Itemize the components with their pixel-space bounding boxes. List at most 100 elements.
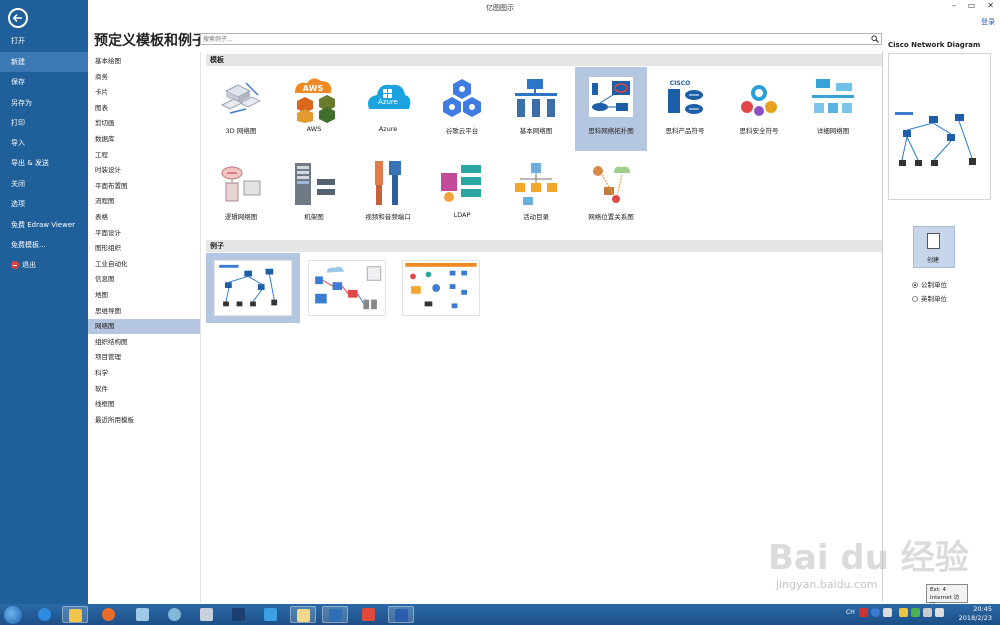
- template-tile-selected[interactable]: 思科网络拓扑图: [575, 67, 647, 151]
- sidebar-item-import[interactable]: 导入: [0, 133, 88, 153]
- category-item[interactable]: 软件: [88, 382, 200, 397]
- category-item[interactable]: 工程: [88, 148, 200, 163]
- category-item[interactable]: 平面设计: [88, 226, 200, 241]
- radio-metric[interactable]: [912, 282, 918, 288]
- template-tile[interactable]: 谷歌云平台: [426, 67, 498, 151]
- category-item[interactable]: 地图: [88, 288, 200, 303]
- sidebar-item-save[interactable]: 保存: [0, 72, 88, 92]
- category-item[interactable]: 表格: [88, 210, 200, 225]
- app-taskbar-icon[interactable]: [194, 606, 220, 623]
- metric-units-option[interactable]: 公制单位: [912, 279, 947, 289]
- settings-icon[interactable]: [883, 608, 892, 617]
- login-link[interactable]: 登录: [981, 17, 995, 27]
- clock[interactable]: 20:45 2018/2/23: [959, 605, 992, 623]
- close-button[interactable]: ✕: [987, 1, 994, 10]
- example-tile-selected[interactable]: [206, 253, 300, 323]
- template-label: 活动目录: [523, 213, 549, 221]
- sidebar-item-free-templates[interactable]: 免费模板...: [0, 235, 88, 255]
- app-taskbar-icon[interactable]: [290, 606, 316, 623]
- template-tile[interactable]: 视频和音频端口: [352, 153, 424, 237]
- category-item[interactable]: 线框图: [88, 397, 200, 412]
- imperial-units-option[interactable]: 英制单位: [912, 293, 947, 303]
- category-item[interactable]: 最近所用模板: [88, 413, 200, 428]
- category-item[interactable]: 卡片: [88, 85, 200, 100]
- azure-badge: Azure: [378, 98, 398, 106]
- search-input[interactable]: [201, 34, 861, 44]
- category-item[interactable]: 工业自动化: [88, 257, 200, 272]
- firefox-taskbar-icon[interactable]: [96, 606, 122, 623]
- template-tile[interactable]: 网络位置关系图: [575, 153, 647, 237]
- example-tile[interactable]: [300, 253, 394, 323]
- minimize-button[interactable]: –: [952, 1, 956, 10]
- start-button[interactable]: [4, 606, 22, 624]
- category-item[interactable]: 流程图: [88, 194, 200, 209]
- ie-taskbar-icon[interactable]: [32, 606, 58, 623]
- template-tile[interactable]: 活动目录: [500, 153, 572, 237]
- category-item[interactable]: 图表: [88, 101, 200, 116]
- category-item[interactable]: 图形组织: [88, 241, 200, 256]
- sidebar-item-close[interactable]: 关闭: [0, 174, 88, 194]
- sidebar-item-open[interactable]: 打开: [0, 31, 88, 51]
- category-item[interactable]: 思维导图: [88, 304, 200, 319]
- category-item[interactable]: 基本绘图: [88, 54, 200, 69]
- volume-icon[interactable]: [935, 608, 944, 617]
- help-icon[interactable]: [871, 608, 880, 617]
- app-taskbar-icon[interactable]: [356, 606, 382, 623]
- category-item[interactable]: 科学: [88, 366, 200, 381]
- cisco-product-icon: CISCO: [668, 80, 703, 114]
- app-taskbar-icon[interactable]: [226, 606, 252, 623]
- sidebar-item-export-send[interactable]: 导出 & 发送: [0, 153, 88, 173]
- preview-title: Cisco Network Diagram: [888, 41, 981, 49]
- search-icon[interactable]: [871, 35, 879, 43]
- template-tile[interactable]: 基本网络图: [500, 67, 572, 151]
- watermark-url: jingyan.baidu.com: [776, 578, 878, 591]
- category-item[interactable]: 组织结构图: [88, 335, 200, 350]
- example-tile[interactable]: [394, 253, 488, 323]
- word-taskbar-icon[interactable]: [388, 606, 414, 623]
- imperial-label: 英制单位: [921, 295, 947, 303]
- explorer-taskbar-icon[interactable]: [62, 606, 88, 623]
- category-item[interactable]: 信息图: [88, 272, 200, 287]
- app-taskbar-icon[interactable]: [258, 606, 284, 623]
- template-tile[interactable]: LDAP: [426, 153, 498, 237]
- category-item[interactable]: 项目管理: [88, 350, 200, 365]
- app-taskbar-icon[interactable]: [130, 606, 156, 623]
- template-tile[interactable]: 逻辑网络图: [205, 153, 277, 237]
- example-thumbnail: [402, 260, 480, 316]
- restore-button[interactable]: ▭: [968, 1, 976, 10]
- azure-icon: Azure: [368, 84, 411, 109]
- radio-imperial[interactable]: [912, 296, 918, 302]
- security-icon[interactable]: [899, 608, 908, 617]
- template-tile[interactable]: CISCO 思科产品符号: [649, 67, 721, 151]
- sidebar-item-edraw-viewer[interactable]: 免费 Edraw Viewer: [0, 215, 88, 235]
- clock-time: 20:45: [973, 605, 992, 613]
- create-button[interactable]: 创建: [913, 226, 955, 268]
- sidebar-item-options[interactable]: 选项: [0, 194, 88, 214]
- logical-network-icon: [221, 166, 261, 202]
- category-item[interactable]: 剪切画: [88, 116, 200, 131]
- search-box[interactable]: [200, 33, 882, 45]
- category-item[interactable]: 商务: [88, 70, 200, 85]
- category-item[interactable]: 平面布置图: [88, 179, 200, 194]
- template-tile[interactable]: AWS AWS: [278, 67, 350, 151]
- template-tile[interactable]: 3D 网络图: [205, 67, 277, 151]
- category-item-network[interactable]: 网络图: [88, 319, 200, 335]
- app-taskbar-icon[interactable]: [162, 606, 188, 623]
- edraw-taskbar-icon[interactable]: [322, 606, 348, 623]
- language-indicator[interactable]: CH: [846, 609, 855, 616]
- sidebar-item-exit[interactable]: 退出: [0, 255, 88, 275]
- template-tile[interactable]: 思科安全符号: [723, 67, 795, 151]
- sidebar-item-new[interactable]: 新建: [0, 52, 88, 72]
- ime-icon[interactable]: [859, 608, 868, 617]
- template-tile[interactable]: Azure Azure: [352, 67, 424, 151]
- template-tile[interactable]: 详细网络图: [797, 67, 869, 151]
- category-item[interactable]: 数据库: [88, 132, 200, 147]
- examples-section-header: 例子: [206, 240, 882, 252]
- sidebar-item-print[interactable]: 打印: [0, 113, 88, 133]
- category-item[interactable]: 时装设计: [88, 163, 200, 178]
- sidebar-item-save-as[interactable]: 另存为: [0, 93, 88, 113]
- network-icon[interactable]: [923, 608, 932, 617]
- back-button[interactable]: [8, 8, 28, 28]
- template-tile[interactable]: 机架图: [278, 153, 350, 237]
- update-icon[interactable]: [911, 608, 920, 617]
